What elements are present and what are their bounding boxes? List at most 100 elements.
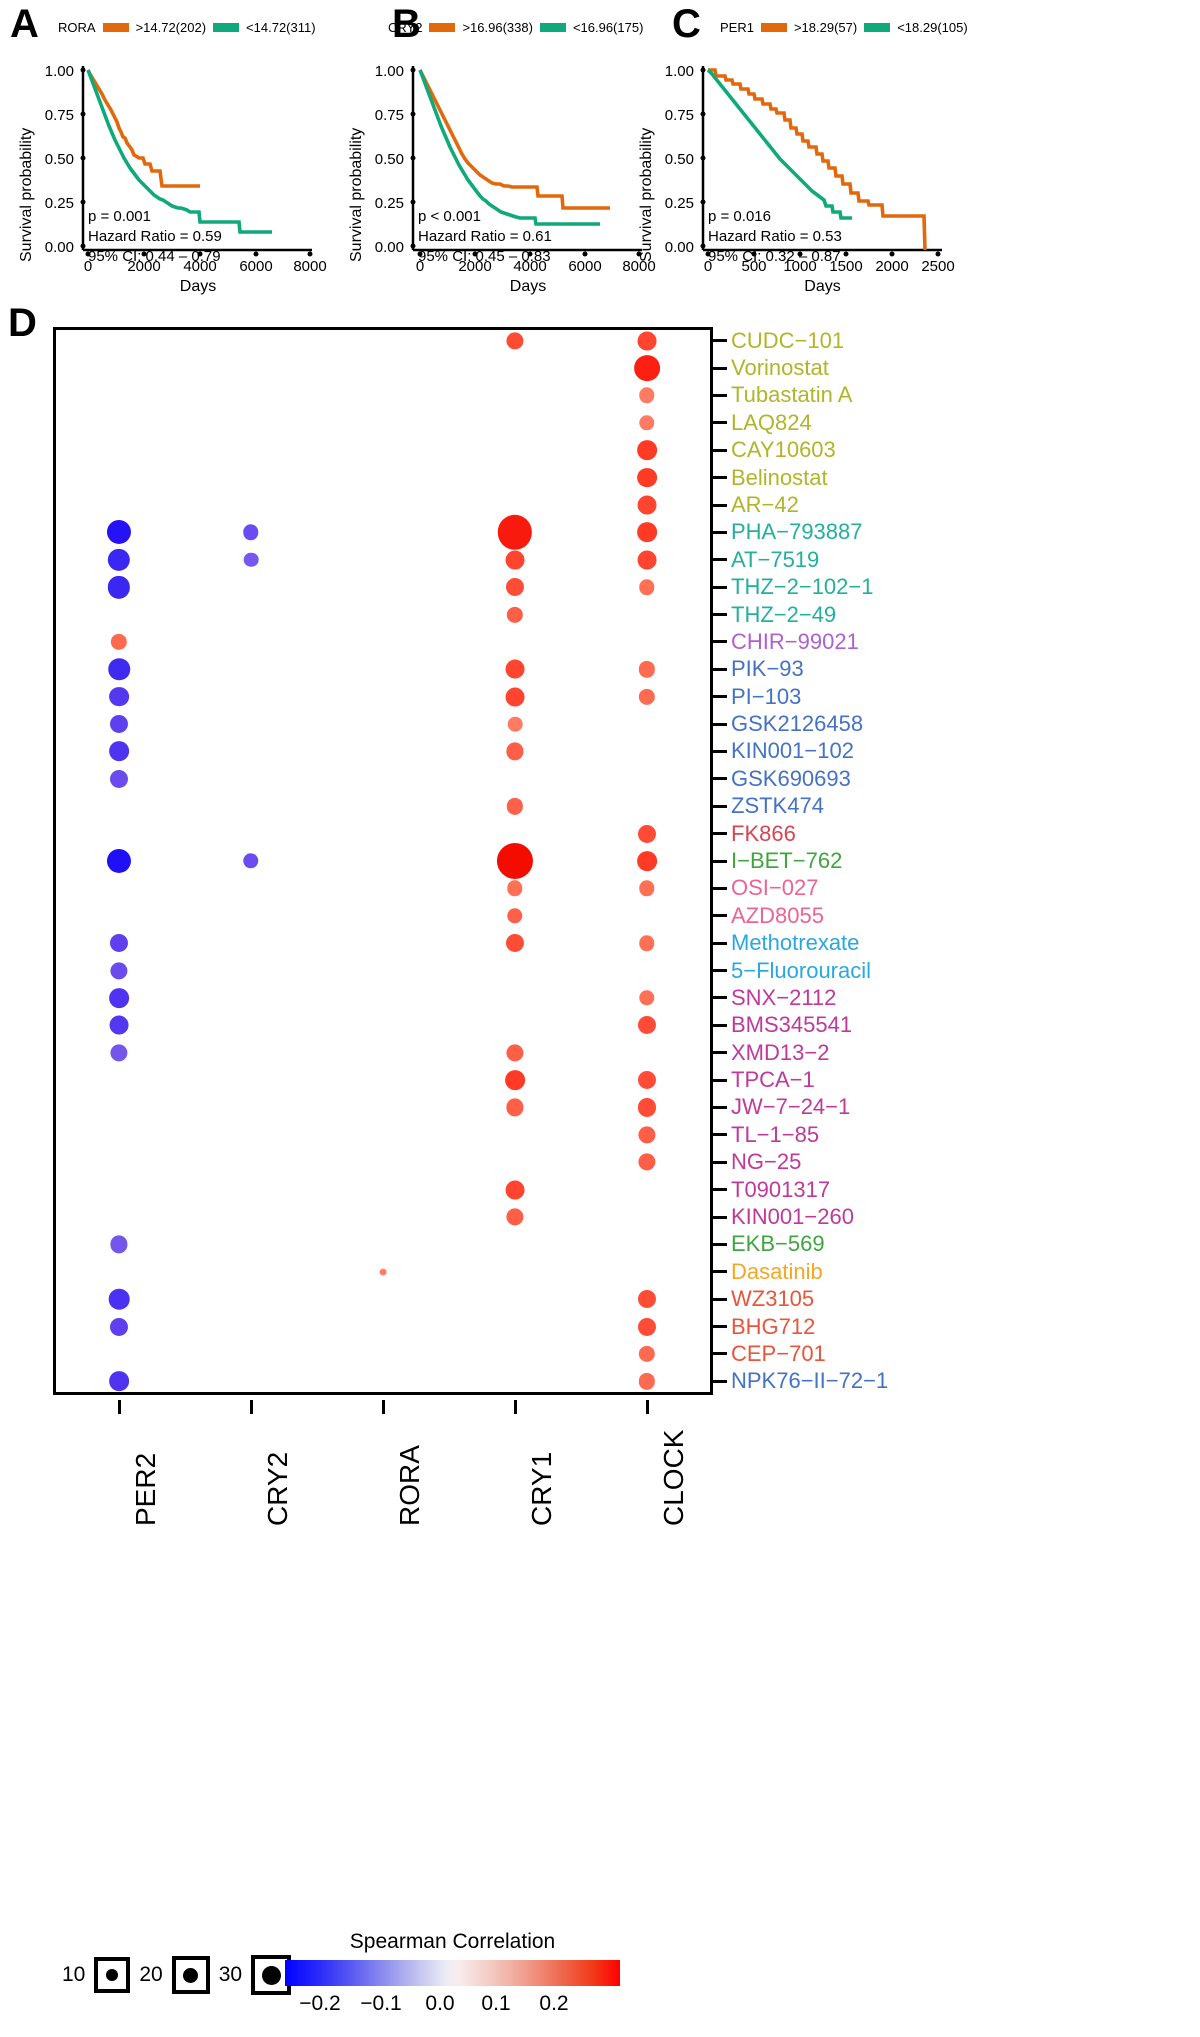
dotplot-drug-label: GSK2126458 (731, 711, 864, 737)
dotplot-drug-label: KIN001−102 (731, 738, 854, 764)
dotplot-drug-label: JW−7−24−1 (731, 1094, 851, 1120)
dotplot-point (639, 387, 655, 404)
dotplot-drug-label: SNX−2112 (731, 984, 837, 1010)
dotplot-point (505, 934, 525, 953)
stat-pvalue-a: p = 0.001 (88, 208, 151, 225)
dotplot-point (497, 515, 533, 550)
y-tick-b-3: 0.75 (374, 107, 404, 124)
dotplot-drug-label: PI−103 (731, 683, 802, 709)
dotplot-row-labels: CUDC−101 Vorinostat Tubastatin A LAQ824 CAY1… (713, 327, 1193, 1395)
dotplot-point (109, 988, 129, 1008)
dotplot-row-tick (713, 585, 727, 589)
dotplot-row-tick (713, 1160, 727, 1164)
colorbar-gradient (285, 1960, 620, 1986)
dotplot-point (506, 332, 524, 350)
dotplot-row-tick (713, 421, 727, 425)
legend-gene-name: PER1 (720, 20, 754, 35)
dotplot-gene-label-rora: RORA (394, 1445, 425, 1526)
dotplot-point (507, 908, 523, 924)
dotplot-point (109, 1371, 129, 1392)
dotplot-column-tick (249, 1400, 253, 1414)
dotplot-point (637, 1290, 657, 1309)
dotplot-row-tick (713, 749, 727, 753)
y-tick-c-0: 0.00 (664, 239, 694, 256)
dotplot-point (637, 1317, 657, 1336)
dotplot-point (107, 575, 131, 599)
dotplot-row-tick (713, 613, 727, 617)
dotplot-point (243, 524, 259, 541)
x-tick-c-4: 2000 (875, 258, 909, 275)
x-tick-a-1: 2000 (127, 258, 161, 275)
dotplot-drug-label: PIK−93 (731, 656, 804, 682)
y-tick-c-1: 0.25 (664, 195, 694, 212)
stat-pvalue-c: p = 0.016 (708, 208, 771, 225)
dotplot-drug-label: XMD13−2 (731, 1039, 830, 1065)
dotplot-point (506, 798, 524, 815)
dotplot-point (638, 1126, 656, 1144)
dotplot-point (106, 520, 132, 545)
x-tick-b-1: 2000 (458, 258, 492, 275)
dotplot-row-tick (713, 1078, 727, 1082)
dotplot-point (506, 742, 524, 761)
colorbar-tick--0.2: −0.2 (299, 1992, 341, 2015)
x-tick-c-5: 2500 (921, 258, 955, 275)
y-tick-c-4: 1.00 (664, 63, 694, 80)
dotplot-point (637, 467, 657, 488)
dotplot-point (110, 1044, 128, 1062)
dotplot-point (506, 1208, 524, 1226)
dotplot-drug-label: LAQ824 (731, 409, 812, 435)
dotplot-point (638, 1153, 656, 1171)
dotplot-point (639, 415, 655, 431)
x-tick-b-3: 6000 (568, 258, 602, 275)
dotplot-row-tick (713, 832, 727, 836)
legend-swatch-high (102, 23, 129, 32)
stat-pvalue-b: p < 0.001 (418, 208, 481, 225)
dotplot-drug-label: CEP−701 (731, 1340, 826, 1366)
y-tick-a-0: 0.00 (44, 239, 74, 256)
dotplot-drug-label: CHIR−99021 (731, 628, 859, 654)
dotplot-point (507, 716, 523, 732)
dotplot-row-tick (713, 804, 727, 808)
dotplot-point (637, 851, 657, 871)
dotplot-point (505, 1180, 525, 1200)
stat-hr-a: Hazard Ratio = 0.59 (88, 227, 222, 245)
dotplot-row-tick (713, 859, 727, 863)
dotplot-row-tick (713, 1379, 727, 1383)
km-panel-b: CRY2 >16.96(338) <16.96(175) Survival pr… (330, 0, 660, 300)
x-tick-b-2: 4000 (513, 258, 547, 275)
dotplot-point (639, 935, 655, 951)
dotplot-row-tick (713, 695, 727, 699)
dotplot-point (110, 1235, 128, 1253)
dotplot-row-tick (713, 886, 727, 890)
dotplot-drug-label: GSK690693 (731, 765, 851, 791)
dotplot-point (506, 1044, 524, 1062)
dotplot-row-tick (713, 996, 727, 1000)
km-legend-b: CRY2 >16.96(338) <16.96(175) (388, 20, 643, 35)
dotplot-row-tick (713, 969, 727, 973)
dotplot-point (637, 550, 657, 570)
x-axis-label-b: Days (509, 278, 547, 295)
dotplot-point (637, 331, 657, 351)
dotplot-point (109, 1015, 129, 1035)
dotplot-column-labels: PER2 CRY2 RORA CRY1 CLOCK (53, 1400, 733, 1540)
dotplot-point (637, 495, 657, 515)
y-tick-b-2: 0.50 (374, 151, 404, 168)
dotplot-row-tick (713, 1242, 727, 1246)
legend-label-high: >16.96(338) (462, 20, 533, 35)
dotplot-row-tick (713, 640, 727, 644)
y-tick-c-2: 0.50 (664, 151, 694, 168)
size-legend-label-30: 30 (218, 1963, 243, 1986)
dotplot-row-tick (713, 1325, 727, 1329)
dotplot-row-tick (713, 393, 727, 397)
legend-swatch-low (864, 23, 891, 32)
dotplot-points-layer (53, 327, 713, 1395)
stat-hr-b: Hazard Ratio = 0.61 (418, 227, 552, 245)
dotplot-point (108, 658, 130, 681)
y-tick-a-3: 0.75 (44, 107, 74, 124)
legend-gene-name: RORA (58, 20, 96, 35)
dotplot-row-tick (713, 558, 727, 562)
dotplot-drug-label: ZSTK474 (731, 793, 824, 819)
km-panel-a: RORA >14.72(202) <14.72(311) Survival pr… (0, 0, 330, 300)
dotplot-column-tick (381, 1400, 385, 1414)
size-legend-dot-40 (261, 1965, 281, 1985)
